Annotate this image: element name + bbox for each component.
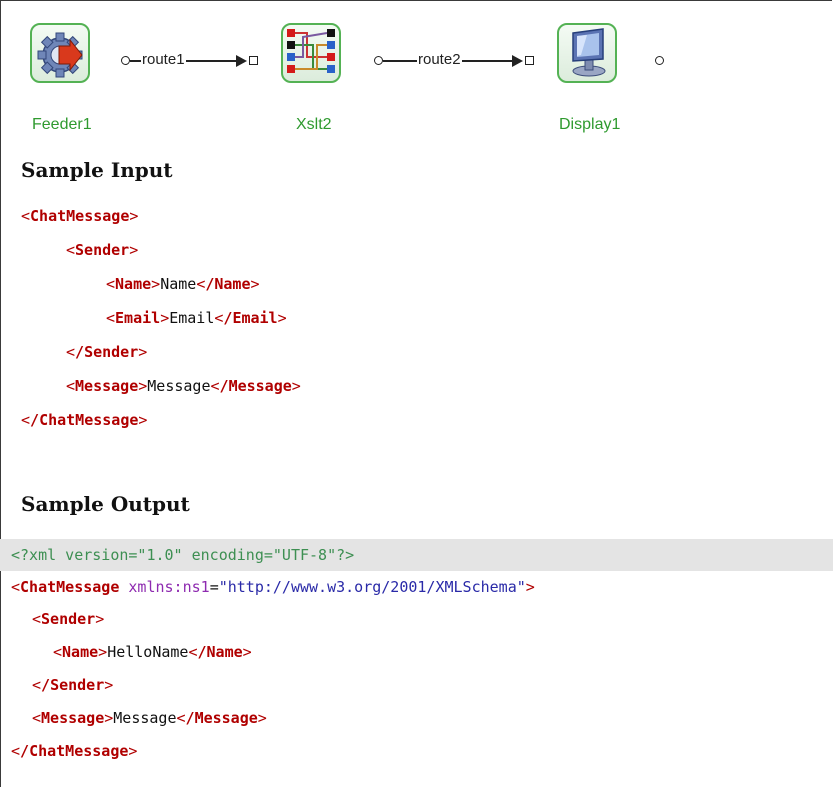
xml-line: </Sender> — [66, 343, 148, 361]
xml-tag: Name — [206, 643, 243, 661]
xml-tag: Sender — [75, 241, 130, 259]
xml-tag: Name — [62, 643, 99, 661]
xml-line: </ChatMessage> — [21, 411, 148, 429]
node-display1-label: Display1 — [559, 116, 621, 133]
node-display1-box[interactable] — [557, 23, 617, 83]
feeder-gear-icon — [37, 32, 83, 78]
xml-line: </ChatMessage> — [11, 742, 138, 760]
output-port-circle[interactable] — [121, 56, 130, 65]
xml-tag: ChatMessage — [29, 742, 129, 760]
xml-attribute-value: "http://www.w3.org/2001/XMLSchema" — [218, 578, 526, 596]
xml-text: Name — [160, 275, 197, 293]
xml-line: <ChatMessage xmlns:ns1="http://www.w3.or… — [11, 578, 535, 596]
xslt-transform-icon — [287, 29, 335, 73]
xml-tag: Email — [232, 309, 278, 327]
xml-declaration: <?xml version="1.0" encoding="UTF-8"?> — [11, 546, 355, 564]
sample-input-heading: Sample Input — [21, 158, 173, 182]
output-port-circle[interactable] — [655, 56, 664, 65]
xml-line: <Email>Email</Email> — [106, 309, 287, 327]
arrow-head-icon — [512, 55, 523, 67]
node-feeder1-box[interactable] — [30, 23, 90, 83]
xml-tag: ChatMessage — [20, 578, 120, 596]
display-monitor-icon — [572, 28, 606, 77]
xml-tag: Sender — [41, 610, 96, 628]
xml-tag: Sender — [50, 676, 105, 694]
xml-tag: Message — [228, 377, 292, 395]
xml-line: <Name>HelloName</Name> — [53, 643, 252, 661]
xml-line: <ChatMessage> — [21, 207, 139, 225]
xml-tag: Sender — [84, 343, 139, 361]
xml-tag: Message — [41, 709, 105, 727]
output-port-circle[interactable] — [374, 56, 383, 65]
xml-text: Message — [147, 377, 211, 395]
xml-tag: Name — [115, 275, 152, 293]
xml-text: HelloName — [107, 643, 189, 661]
xml-tag: ChatMessage — [39, 411, 139, 429]
xml-tag: ChatMessage — [30, 207, 130, 225]
arrow-head-icon — [236, 55, 247, 67]
xml-line: </Sender> — [32, 676, 114, 694]
xml-declaration-line: <?xml version="1.0" encoding="UTF-8"?> — [0, 539, 833, 571]
xml-text: Message — [113, 709, 177, 727]
xml-line: <Sender> — [66, 241, 139, 259]
xml-line: <Sender> — [32, 610, 105, 628]
input-port-square[interactable] — [525, 56, 534, 65]
sample-output-heading: Sample Output — [21, 492, 190, 516]
xml-line: <Name>Name</Name> — [106, 275, 260, 293]
node-feeder1-label: Feeder1 — [32, 116, 92, 133]
xml-attribute: xmlns:ns1 — [128, 578, 210, 596]
xml-tag: Name — [214, 275, 251, 293]
xml-text: Email — [169, 309, 215, 327]
route2-label: route2 — [417, 51, 462, 68]
node-xslt2-box[interactable] — [281, 23, 341, 83]
xml-tag: Email — [115, 309, 161, 327]
route1-label: route1 — [141, 51, 186, 68]
xml-tag: Message — [194, 709, 258, 727]
xml-line: <Message>Message</Message> — [66, 377, 301, 395]
xml-line: <Message>Message</Message> — [32, 709, 267, 727]
input-port-square[interactable] — [249, 56, 258, 65]
xml-tag: Message — [75, 377, 139, 395]
node-xslt2-label: Xslt2 — [296, 116, 332, 133]
